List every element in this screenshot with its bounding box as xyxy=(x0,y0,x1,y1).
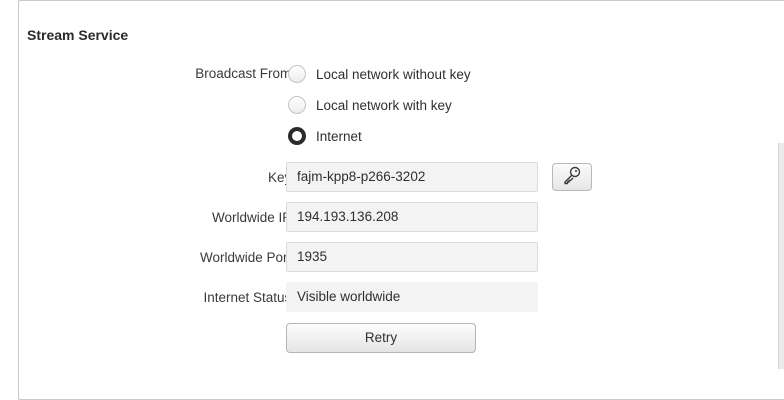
internet-status-label: Internet Status: xyxy=(203,290,295,305)
radio-button[interactable] xyxy=(288,96,306,114)
radio-button-selected[interactable] xyxy=(288,127,306,145)
worldwide-port-field[interactable]: 1935 xyxy=(286,242,538,272)
worldwide-ip-label: Worldwide IP: xyxy=(211,210,295,225)
radio-label: Local network with key xyxy=(316,97,452,113)
section-title: Stream Service xyxy=(27,27,129,43)
retry-button[interactable]: Retry xyxy=(286,323,476,353)
radio-label: Local network without key xyxy=(316,66,471,82)
key-field[interactable]: fajm-kpp8-p266-3202 xyxy=(286,162,538,192)
broadcast-from-label: Broadcast From: xyxy=(195,66,295,81)
key-icon xyxy=(562,165,582,190)
radio-local-network-without-key[interactable]: Local network without key xyxy=(288,64,471,84)
radio-internet[interactable]: Internet xyxy=(288,126,362,146)
radio-button[interactable] xyxy=(288,65,306,83)
worldwide-ip-field[interactable]: 194.193.136.208 xyxy=(286,202,538,232)
key-button[interactable] xyxy=(552,163,592,191)
radio-label: Internet xyxy=(316,128,362,144)
radio-local-network-with-key[interactable]: Local network with key xyxy=(288,95,452,115)
worldwide-port-label: Worldwide Port: xyxy=(199,250,295,265)
internet-status-value: Visible worldwide xyxy=(286,282,538,312)
scrollbar[interactable] xyxy=(778,143,784,369)
